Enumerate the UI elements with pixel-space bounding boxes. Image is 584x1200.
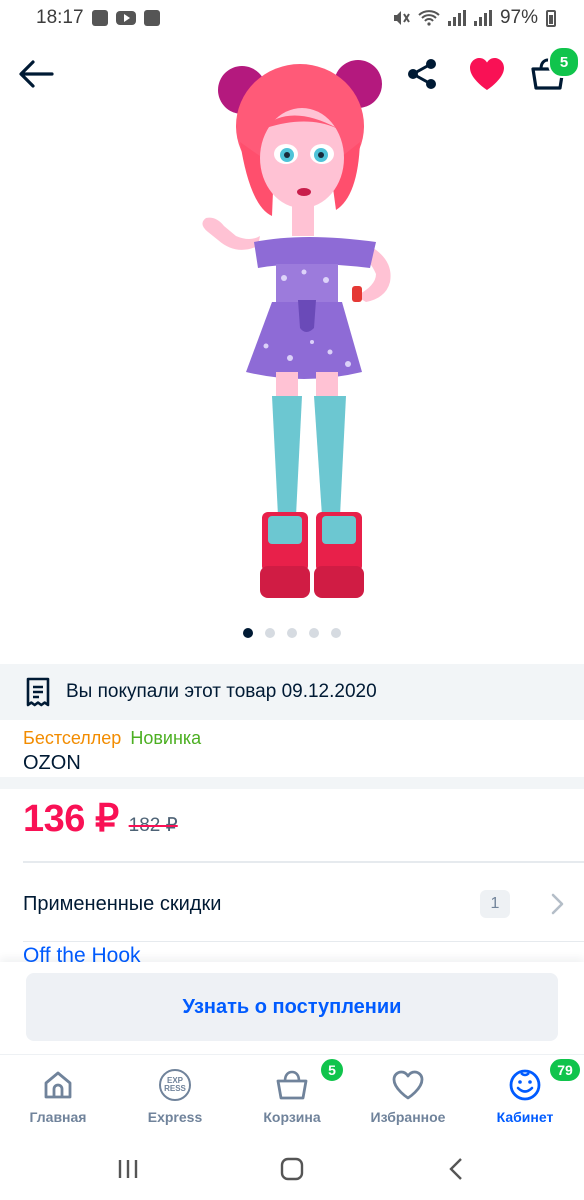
express-logo-bottom: RESS <box>164 1084 186 1093</box>
bottom-navigation: Главная EXP RESS Express Корзина 5 Избра… <box>0 1054 584 1135</box>
gallery-dot-3[interactable] <box>287 628 297 638</box>
section-divider <box>0 777 584 789</box>
notification-app-icon <box>91 10 108 26</box>
right-leg <box>314 396 346 516</box>
gallery-dot-4[interactable] <box>309 628 319 638</box>
dress-top <box>254 237 376 268</box>
mute-icon <box>393 11 410 25</box>
action-area: Узнать о поступлении <box>0 962 584 1054</box>
profile-icon <box>507 1067 543 1103</box>
wifi-icon <box>418 10 440 26</box>
system-navigation-bar <box>0 1134 584 1200</box>
seller-name[interactable]: OZON <box>23 752 81 775</box>
nav-express[interactable]: EXP RESS Express <box>120 1061 230 1131</box>
gallery-pagination <box>0 628 584 638</box>
nav-profile-label: Кабинет <box>496 1109 554 1125</box>
recent-apps-icon <box>118 1160 138 1178</box>
heart-outline-icon <box>390 1067 426 1103</box>
price-old: 182 ₽ <box>128 815 178 836</box>
chevron-right-icon <box>551 893 564 915</box>
share-button[interactable] <box>402 54 442 94</box>
left-arm <box>202 217 260 250</box>
share-icon <box>408 59 436 89</box>
top-bar <box>0 44 584 104</box>
signal-icon-1 <box>447 10 466 26</box>
cart-count-badge: 5 <box>548 46 580 78</box>
battery-icon <box>546 9 556 27</box>
youtube-notification-icon <box>115 11 136 25</box>
status-time: 18:17 <box>36 7 84 28</box>
receipt-icon <box>26 677 50 707</box>
divider-line-2 <box>23 941 584 942</box>
gallery-dot-2[interactable] <box>265 628 275 638</box>
home-icon <box>40 1067 76 1103</box>
status-right: 97% <box>392 7 556 29</box>
nav-cart-label: Корзина <box>263 1109 321 1125</box>
left-leg <box>272 396 302 516</box>
back-button[interactable] <box>14 52 58 96</box>
nav-home-label: Главная <box>29 1109 87 1125</box>
home-system-button[interactable] <box>272 1154 312 1184</box>
gallery-notification-icon <box>143 10 160 26</box>
chevron-left-icon <box>449 1158 462 1180</box>
nav-cart-badge: 5 <box>319 1057 345 1083</box>
nav-favorites[interactable]: Избранное <box>353 1061 463 1131</box>
home-square-icon <box>280 1157 304 1181</box>
back-system-button[interactable] <box>436 1154 476 1184</box>
status-bar: 18:17 97% <box>0 0 584 36</box>
status-left: 18:17 <box>36 7 160 29</box>
purchased-banner: Вы покупали этот товар 09.12.2020 <box>0 664 584 720</box>
nav-home[interactable]: Главная <box>3 1061 113 1131</box>
heart-filled-icon <box>470 58 504 90</box>
applied-discounts-row[interactable]: Примененные скидки 1 <box>0 868 584 940</box>
favorite-button[interactable] <box>464 52 510 96</box>
express-logo: EXP RESS <box>159 1069 191 1101</box>
arrow-left-icon <box>19 60 54 88</box>
cart-icon <box>274 1067 310 1103</box>
discounts-count-badge: 1 <box>480 890 510 918</box>
product-badges: Бестселлер Новинка <box>23 728 201 749</box>
notify-arrival-button[interactable]: Узнать о поступлении <box>26 973 558 1041</box>
price-current: 136 ₽ <box>23 798 119 840</box>
product-image[interactable] <box>180 46 404 612</box>
nav-profile-badge: 79 <box>548 1057 582 1083</box>
gallery-dot-1[interactable] <box>243 628 253 638</box>
price-row: 136 ₽ 182 ₽ <box>23 796 178 846</box>
bestseller-badge: Бестселлер <box>23 728 122 748</box>
discounts-label: Примененные скидки <box>23 892 222 915</box>
nav-favorites-label: Избранное <box>370 1109 446 1125</box>
express-icon: EXP RESS <box>157 1067 193 1103</box>
gallery-dot-5[interactable] <box>331 628 341 638</box>
nav-express-label: Express <box>147 1109 203 1125</box>
signal-icon-2 <box>473 10 492 26</box>
divider-line <box>23 861 584 863</box>
purchased-note: Вы покупали этот товар 09.12.2020 <box>66 681 377 702</box>
recent-apps-button[interactable] <box>108 1154 148 1184</box>
battery-percent: 97% <box>499 7 538 28</box>
brand-link[interactable]: Off the Hook <box>23 944 584 962</box>
new-badge: Новинка <box>130 728 202 748</box>
